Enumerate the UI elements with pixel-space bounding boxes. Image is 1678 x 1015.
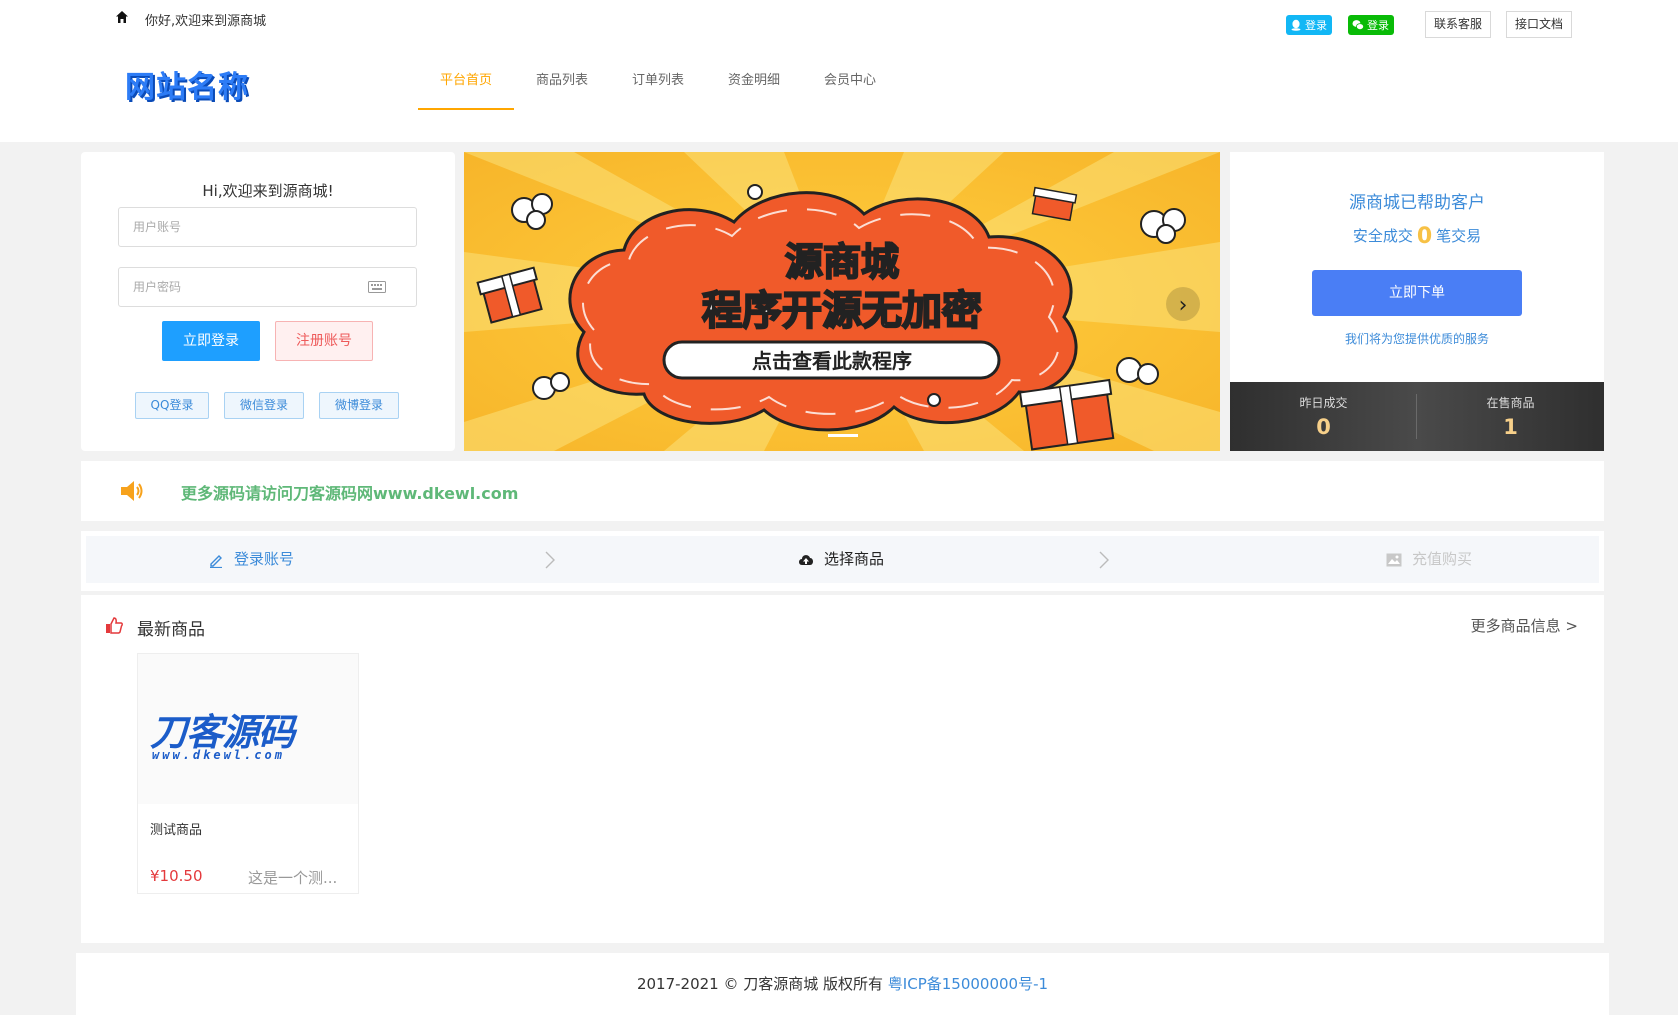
step-select-label: 选择商品 bbox=[824, 550, 885, 568]
step-arrow-icon bbox=[545, 551, 555, 569]
login-card: Hi,欢迎来到源商城! 用户账号 用户密码 立即登录 注册账号 QQ登录 微信登… bbox=[81, 152, 455, 451]
step-pay-label: 充值购买 bbox=[1412, 550, 1473, 568]
step-select: 选择商品 bbox=[798, 536, 884, 583]
stats-bar: 昨日成交 0 在售商品 1 bbox=[1230, 382, 1604, 451]
stats-safe-deals: 安全成交 0 笔交易 bbox=[1230, 224, 1604, 249]
step-login: 登录账号 bbox=[208, 536, 294, 583]
password-placeholder: 用户密码 bbox=[133, 280, 182, 294]
product-desc: 这是一个测... bbox=[248, 869, 338, 887]
steps-track: 登录账号 选择商品 充值购买 bbox=[86, 536, 1599, 583]
main-nav: 平台首页 商品列表 订单列表 资金明细 会员中心 bbox=[418, 58, 898, 110]
qq-icon bbox=[1291, 19, 1301, 31]
weibo-login-link[interactable]: 微博登录 bbox=[319, 392, 399, 419]
carousel-next-icon: › bbox=[1179, 293, 1188, 318]
banner-graphic: 源商城 程序开源无加密 点击查看此款程序 › bbox=[464, 152, 1220, 451]
stats-title: 源商城已帮助客户 bbox=[1349, 193, 1485, 213]
product-price: ¥10.50 bbox=[150, 867, 203, 885]
step-arrow-icon bbox=[1099, 551, 1109, 569]
qq-login-label: 登录 bbox=[1304, 18, 1327, 32]
thumbs-up-icon bbox=[106, 617, 123, 634]
safe-prefix: 安全成交 bbox=[1352, 227, 1413, 245]
password-input[interactable]: 用户密码 bbox=[118, 267, 417, 307]
qq-login-button[interactable]: 登录 bbox=[1285, 14, 1332, 35]
register-button[interactable]: 注册账号 bbox=[275, 321, 373, 361]
product-logo-url: www.dkewl.com bbox=[152, 748, 285, 762]
home-icon[interactable] bbox=[115, 10, 129, 24]
on-sale-label: 在售商品 bbox=[1486, 396, 1535, 410]
top-actions: 登录 登录 联系客服 接口文档 bbox=[1285, 11, 1572, 38]
username-input[interactable]: 用户账号 bbox=[118, 207, 417, 247]
login-button[interactable]: 立即登录 bbox=[162, 321, 260, 361]
step-login-label: 登录账号 bbox=[234, 550, 295, 568]
order-now-button[interactable]: 立即下单 bbox=[1312, 270, 1522, 316]
site-logo[interactable]: 网站名称 bbox=[125, 62, 249, 106]
nav-home[interactable]: 平台首页 bbox=[418, 58, 514, 110]
wechat-login-label: 登录 bbox=[1366, 18, 1389, 32]
on-sale-stat: 在售商品 1 bbox=[1417, 394, 1604, 439]
banner-line-2: 程序开源无加密 bbox=[702, 288, 982, 334]
step-pay: 充值购买 bbox=[1386, 536, 1472, 583]
service-note: 我们将为您提供优质的服务 bbox=[1344, 332, 1489, 346]
nav-products[interactable]: 商品列表 bbox=[514, 58, 610, 110]
more-products-link[interactable]: 更多商品信息 > bbox=[1471, 615, 1578, 636]
wechat-icon bbox=[1352, 19, 1364, 30]
login-title: Hi,欢迎来到源商城! bbox=[202, 182, 334, 200]
qq-login-link[interactable]: QQ登录 bbox=[135, 392, 209, 419]
welcome-text: 你好,欢迎来到源商城 bbox=[145, 14, 267, 29]
nav-orders[interactable]: 订单列表 bbox=[610, 58, 706, 110]
carousel-indicator[interactable] bbox=[828, 434, 858, 437]
safe-suffix: 笔交易 bbox=[1436, 227, 1482, 245]
wechat-login-link[interactable]: 微信登录 bbox=[224, 392, 304, 419]
on-sale-value: 1 bbox=[1503, 415, 1518, 439]
icp-link[interactable]: 粤ICP备15000000号-1 bbox=[888, 975, 1048, 993]
product-card[interactable]: 刀客源码 www.dkewl.com 测试商品 ¥10.50 这是一个测... bbox=[137, 653, 359, 894]
nav-funds[interactable]: 资金明细 bbox=[706, 58, 802, 110]
product-name[interactable]: 测试商品 bbox=[150, 819, 202, 838]
notice-text[interactable]: 更多源码请访问刀客源码网www.dkewl.com bbox=[181, 480, 518, 504]
keyboard-icon[interactable] bbox=[368, 281, 386, 293]
yesterday-label: 昨日成交 bbox=[1299, 396, 1348, 410]
wechat-login-button[interactable]: 登录 bbox=[1347, 14, 1394, 35]
yesterday-stat: 昨日成交 0 bbox=[1230, 394, 1417, 439]
nav-member[interactable]: 会员中心 bbox=[802, 58, 898, 110]
safe-count: 0 bbox=[1416, 224, 1433, 249]
api-docs-button[interactable]: 接口文档 bbox=[1505, 11, 1572, 38]
banner-line-3: 点击查看此款程序 bbox=[752, 349, 912, 373]
latest-products: 最新商品 更多商品信息 > 刀客源码 www.dkewl.com 测试商品 ¥1… bbox=[81, 595, 1604, 943]
pencil-icon bbox=[210, 554, 222, 568]
stats-card: 源商城已帮助客户 安全成交 0 笔交易 立即下单 我们将为您提供优质的服务 昨日成交… bbox=[1230, 152, 1604, 451]
site-footer: 2017-2021 © 刀客源商城 版权所有 粤ICP备15000000号-1 bbox=[76, 953, 1609, 1015]
footer-text: 2017-2021 © 刀客源商城 版权所有 粤ICP备15000000号-1 bbox=[76, 973, 1609, 994]
banner-line-1: 源商城 bbox=[785, 240, 899, 284]
gift-right-icon bbox=[1018, 378, 1115, 451]
section-title: 最新商品 bbox=[137, 620, 205, 640]
site-header: 你好,欢迎来到源商城 登录 登录 联系客服 接口文档 网站名称 平台首页 商品列… bbox=[0, 0, 1678, 142]
promo-banner[interactable]: 源商城 程序开源无加密 点击查看此款程序 › bbox=[464, 152, 1220, 451]
copyright: 2017-2021 © 刀客源商城 版权所有 bbox=[636, 975, 884, 993]
contact-service-button[interactable]: 联系客服 bbox=[1424, 11, 1491, 38]
notice-bar: 更多源码请访问刀客源码网www.dkewl.com bbox=[81, 461, 1604, 521]
product-image[interactable]: 刀客源码 www.dkewl.com bbox=[138, 654, 358, 804]
speaker-icon bbox=[121, 481, 143, 501]
purchase-steps: 登录账号 选择商品 充值购买 bbox=[81, 531, 1604, 591]
cloud-upload-icon bbox=[799, 554, 813, 565]
yesterday-value: 0 bbox=[1316, 415, 1331, 439]
image-icon bbox=[1386, 553, 1402, 566]
